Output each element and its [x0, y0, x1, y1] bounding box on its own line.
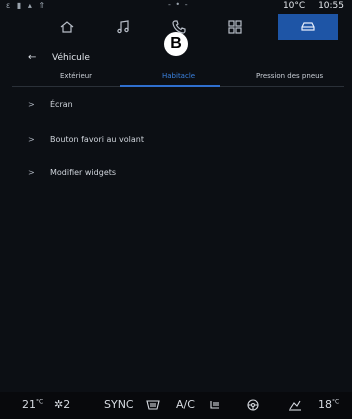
temp-right-unit: °C: [332, 398, 340, 406]
status-right: 10°C 10:55: [273, 1, 344, 11]
temp-left-unit: °C: [36, 398, 44, 406]
active-tab-indicator: [120, 85, 220, 87]
status-icons: ε ▮ ▴ ⇑: [6, 1, 48, 10]
sync-button[interactable]: SYNC: [104, 398, 134, 411]
music-icon: [117, 20, 129, 34]
temp-right[interactable]: 18°C: [318, 398, 339, 411]
seat-ventilation-icon[interactable]: [288, 399, 302, 411]
list-item-label: Écran: [50, 100, 73, 109]
list-item-label: Bouton favori au volant: [50, 135, 144, 144]
car-icon: [301, 22, 315, 31]
fan-value: 2: [63, 398, 71, 411]
nav-music[interactable]: [98, 14, 148, 40]
tab-habitacle[interactable]: Habitacle: [162, 72, 195, 80]
fan-icon: ✲: [54, 398, 64, 411]
chevron-right-icon: >: [28, 100, 35, 109]
chevron-right-icon: >: [28, 135, 35, 144]
temp-left[interactable]: 21°C: [22, 398, 43, 411]
nav-home[interactable]: [42, 14, 92, 40]
callout-marker: B: [164, 32, 188, 56]
outside-temperature: 10°C: [282, 1, 306, 11]
seat-heat-icon[interactable]: [208, 399, 222, 411]
tab-exterieur[interactable]: Extérieur: [60, 72, 92, 80]
list-item-modifier-widgets[interactable]: > Modifier widgets: [28, 168, 328, 182]
list-item-ecran[interactable]: > Écran: [28, 100, 328, 114]
infotainment-screen: ε ▮ ▴ ⇑ - • - 10°C 10:55 B ← Véhicule Ex…: [0, 0, 352, 419]
status-bar: ε ▮ ▴ ⇑ - • - 10°C 10:55: [0, 0, 352, 12]
list-item-bouton-favori[interactable]: > Bouton favori au volant: [28, 135, 328, 149]
temp-right-value: 18: [318, 398, 332, 411]
windshield-defrost-icon[interactable]: [146, 399, 160, 411]
steering-wheel-heat-icon[interactable]: [246, 399, 260, 411]
chevron-right-icon: >: [28, 168, 35, 177]
page-title: Véhicule: [52, 53, 90, 63]
fan-speed[interactable]: ✲2: [54, 398, 70, 411]
nav-apps[interactable]: [210, 14, 260, 40]
back-arrow-icon[interactable]: ←: [28, 52, 36, 63]
clock: 10:55: [318, 1, 344, 11]
climate-bar: 21°C ✲2 SYNC A/C 18°C: [0, 392, 352, 419]
top-navigation: [42, 14, 338, 40]
apps-icon: [228, 20, 242, 34]
status-center: - • -: [168, 0, 189, 9]
ac-button[interactable]: A/C: [176, 398, 195, 411]
temp-left-value: 21: [22, 398, 36, 411]
nav-vehicle[interactable]: [278, 14, 338, 40]
tab-pression-pneus[interactable]: Pression des pneus: [256, 72, 323, 80]
list-item-label: Modifier widgets: [50, 168, 117, 177]
home-icon: [60, 21, 74, 33]
